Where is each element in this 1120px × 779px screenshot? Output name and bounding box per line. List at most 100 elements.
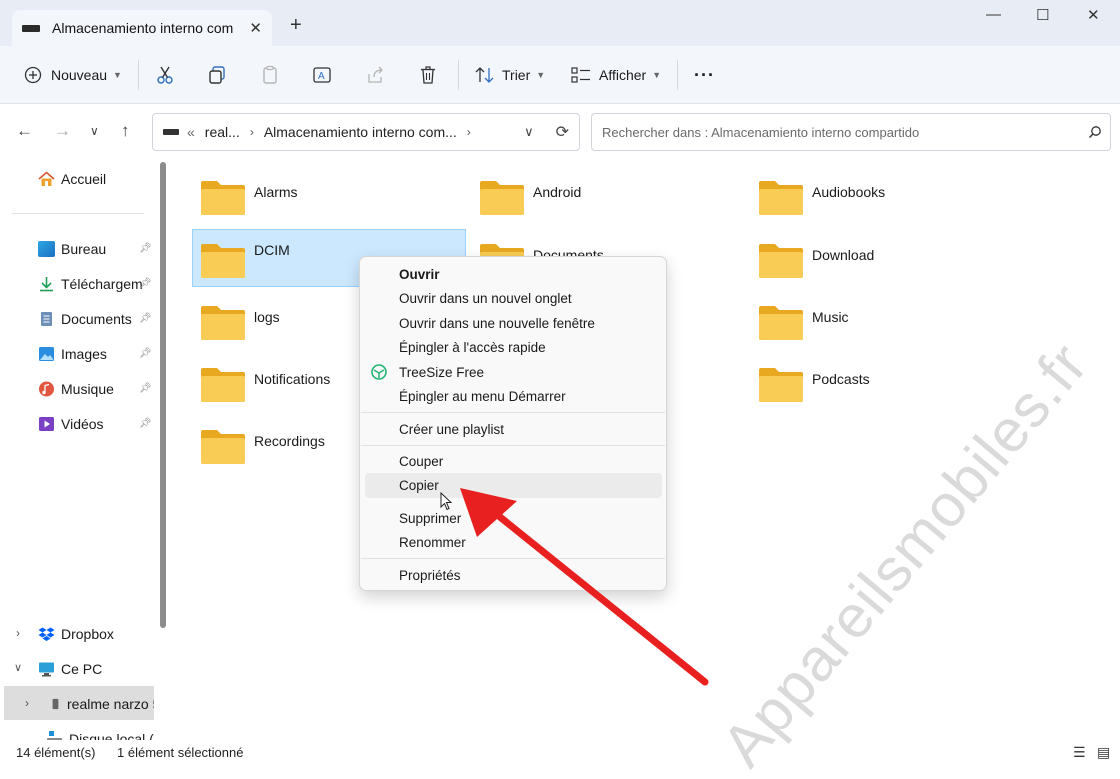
menu-item-delete[interactable]: Supprimer [399,511,461,526]
pin-icon[interactable]: 📌︎ [139,348,152,359]
folder-icon [201,181,245,215]
red-arrow-annotation [460,488,709,686]
documents-icon [41,312,52,326]
sidebar-item-downloads[interactable]: Téléchargem [38,274,143,294]
images-icon [39,347,54,361]
sidebar-item-label: Ce PC [61,661,103,677]
sort-button[interactable]: Trier ▼ [475,62,545,88]
folder-icon [759,306,803,340]
toolbar-divider [138,60,139,90]
details-view-icon[interactable]: ☰ [1073,744,1086,761]
close-window-button[interactable]: ✕ [1087,6,1100,24]
maximize-button[interactable]: ☐ [1036,6,1049,24]
folder-name: Music [812,309,849,325]
tab-active[interactable]: Almacenamiento interno com ✕ [12,10,272,46]
menu-item-open-new-tab[interactable]: Ouvrir dans un nouvel onglet [399,291,572,306]
rename-button[interactable]: A [312,62,332,88]
sidebar-scrollbar[interactable] [160,162,166,628]
folder-icon [201,368,245,402]
menu-item-pin-quick-access[interactable]: Épingler à l'accès rapide [399,340,546,355]
menu-item-properties[interactable]: Propriétés [399,568,461,583]
menu-item-treesize[interactable]: TreeSize Free [399,365,484,380]
more-options-button[interactable]: ··· [694,62,715,88]
sidebar-item-videos[interactable]: Vidéos [38,414,104,434]
folder-item[interactable]: Android [471,166,751,224]
search-input[interactable] [600,123,1088,141]
collapse-chevron-icon[interactable]: ∨ [14,661,22,674]
expand-chevron-icon[interactable]: › [16,626,20,640]
folder-icon [759,368,803,402]
folder-item[interactable]: Podcasts [750,353,1030,411]
address-bar[interactable]: « real... › Almacenamiento interno com..… [152,113,580,151]
minimize-button[interactable]: — [986,6,1001,23]
cut-button[interactable] [155,62,175,88]
forward-arrow-icon[interactable]: → [54,121,71,141]
menu-item-open-new-window[interactable]: Ouvrir dans une nouvelle fenêtre [399,316,595,331]
view-button[interactable]: Afficher ▼ [571,62,661,88]
menu-separator [361,445,665,446]
paste-button[interactable] [260,62,280,88]
address-history-chevron-icon[interactable]: ∨ [524,124,534,140]
tab-close-icon[interactable]: ✕ [249,19,262,37]
folder-name: Alarms [254,184,298,200]
dropbox-icon [38,627,55,641]
chevron-down-icon: ▼ [113,70,122,80]
folder-item[interactable]: Alarms [192,166,472,224]
sort-button-label: Trier [502,67,531,83]
folder-item[interactable]: Music [750,291,1030,349]
breadcrumb-overflow[interactable]: « [187,124,195,140]
copy-button[interactable] [207,62,227,88]
breadcrumb-device[interactable]: real... [205,124,240,140]
pin-icon[interactable]: 📌︎ [139,313,152,324]
menu-item-pin-start[interactable]: Épingler au menu Démarrer [399,389,566,404]
pin-icon[interactable]: 📌︎ [139,243,152,254]
search-icon[interactable] [1088,125,1102,139]
new-tab-button[interactable]: + [290,15,302,35]
sidebar-item-this-pc[interactable]: Ce PC [38,659,102,679]
menu-item-cut[interactable]: Couper [399,454,443,469]
sidebar-item-documents[interactable]: Documents [38,309,132,329]
folder-icon [480,181,524,215]
folder-item[interactable]: Download [750,229,1030,287]
sidebar-item-local-disk[interactable]: Disque local (C [46,729,154,740]
tiles-view-icon[interactable]: ▤ [1097,744,1110,761]
scissors-icon [157,66,173,84]
folder-icon [759,244,803,278]
folder-item[interactable]: Audiobooks [750,166,1030,224]
pc-icon [39,662,54,677]
menu-item-create-playlist[interactable]: Créer une playlist [399,422,504,437]
breadcrumb-storage[interactable]: Almacenamiento interno com... [264,124,457,140]
desktop-icon [38,241,55,257]
menu-item-open[interactable]: Ouvrir [399,267,440,282]
up-arrow-icon[interactable]: ↑ [121,121,130,141]
delete-button[interactable] [418,62,438,88]
back-arrow-icon[interactable]: ← [16,121,33,141]
new-button[interactable]: Nouveau ▼ [24,62,122,88]
sidebar-item-label: Dropbox [61,626,114,642]
folder-name: Notifications [254,371,331,387]
pin-icon[interactable]: 📌︎ [139,278,152,289]
selection-count: 1 élément sélectionné [117,745,244,760]
view-layout-icon [571,67,590,83]
folder-name: Android [533,184,582,200]
sidebar-item-dropbox[interactable]: Dropbox [38,624,114,644]
pin-icon[interactable]: 📌︎ [139,383,152,394]
chevron-right-icon[interactable]: › [467,125,471,139]
recent-locations-chevron-icon[interactable]: ∨ [90,124,99,138]
expand-chevron-icon[interactable]: › [25,696,29,710]
toolbar-divider [458,60,459,90]
sidebar-item-images[interactable]: Images [38,344,107,364]
pin-icon[interactable]: 📌︎ [139,418,152,429]
sidebar-item-home[interactable]: Accueil [38,169,106,189]
sidebar-item-label: Musique [61,381,114,397]
home-icon [38,171,55,186]
sidebar-divider [12,213,144,214]
refresh-icon[interactable]: ⟳ [556,122,569,142]
search-box[interactable] [591,113,1111,151]
share-button[interactable] [366,62,386,88]
download-icon [40,277,53,292]
sidebar-item-phone[interactable]: realme narzo 5 [50,694,154,714]
sidebar-item-desktop[interactable]: Bureau [38,239,106,259]
sidebar-item-music[interactable]: Musique [38,379,114,399]
menu-item-copy[interactable]: Copier [399,478,439,493]
